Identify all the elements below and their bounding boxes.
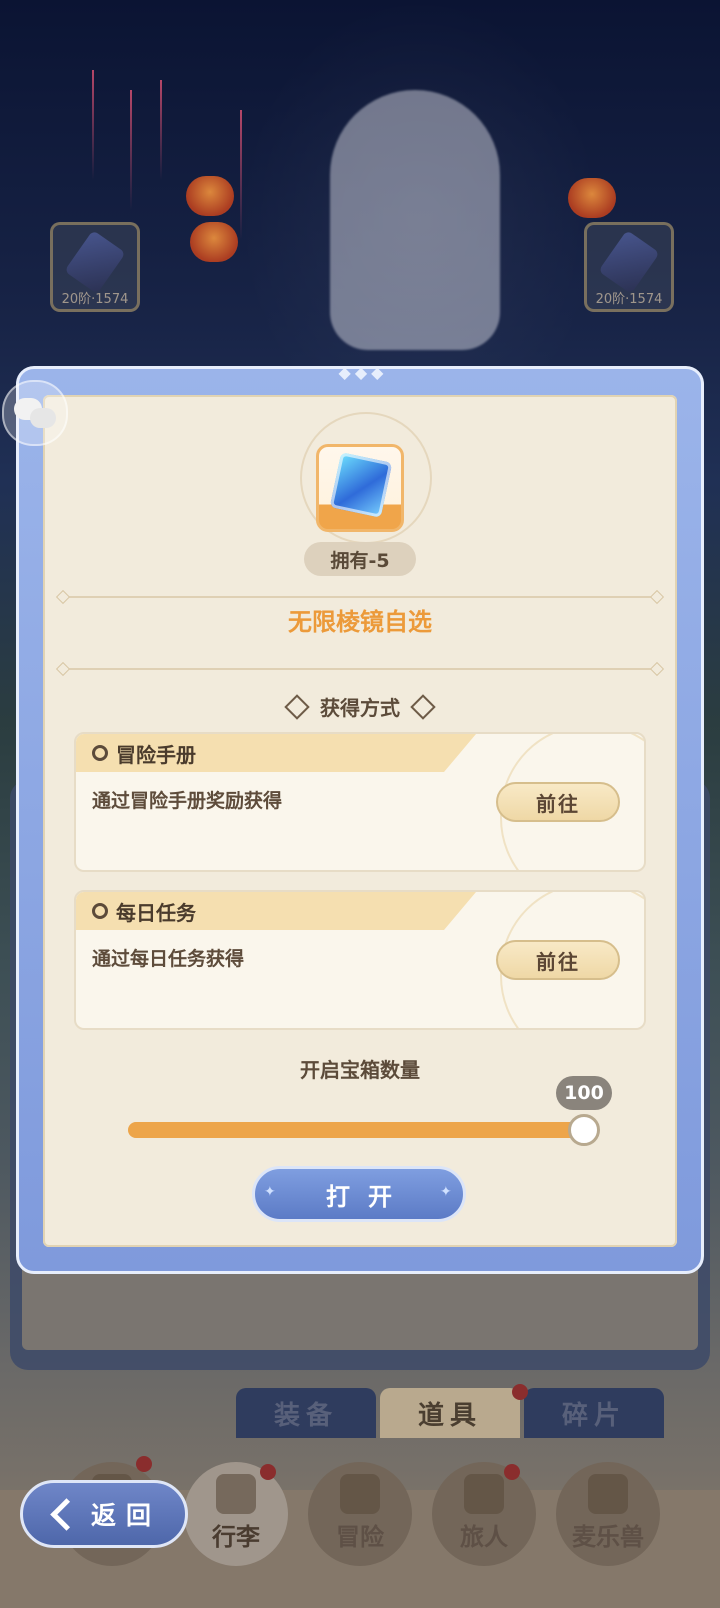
equip-level: 20阶·1574 [595,292,663,307]
notification-badge [260,1464,276,1480]
back-button-label: 返回 [90,1501,161,1530]
goto-button[interactable]: 前往 [496,782,620,822]
item-name: 无限棱镜自选 [288,608,432,636]
nav-label: 冒险 [336,1523,384,1551]
notification-badge [504,1464,520,1480]
crossed-swords-icon [340,1474,380,1514]
source-card-adventure-manual: 冒险手册 通过冒险手册奖励获得 前往 [74,732,646,872]
luggage-icon [216,1474,256,1514]
lantern-decoration [190,222,238,262]
owned-count: 拥有-5 [304,542,416,576]
nav-label: 旅人 [460,1523,508,1551]
firework-streak [160,80,162,180]
notification-badge [512,1384,528,1400]
tab-equipment[interactable]: 装备 [236,1388,376,1438]
source-card-header: 每日任务 [76,892,476,930]
quantity-slider-thumb[interactable] [568,1114,600,1146]
back-arrow-icon [47,1497,81,1531]
dialog-top-ornament: ◆◆◆ [338,363,388,382]
moon-icon [92,903,108,919]
diamond-icon [410,693,436,720]
nav-label: 行李 [212,1523,260,1551]
pet-icon [588,1474,628,1514]
tab-fragments[interactable]: 碎片 [524,1388,664,1438]
nav-item-adventure[interactable]: 冒险 [308,1462,412,1566]
traveler-icon [464,1474,504,1514]
notification-badge [136,1456,152,1472]
quantity-slider-fill [128,1122,588,1138]
chat-button[interactable] [2,380,68,446]
goto-button[interactable]: 前往 [496,940,620,980]
helmet-icon [598,230,660,294]
prism-cube-icon [329,452,393,518]
source-card-header: 冒险手册 [76,734,476,772]
open-button[interactable]: 打开 [252,1166,466,1222]
open-button-label: 打开 [326,1182,410,1211]
divider [62,668,658,670]
source-title: 每日任务 [116,900,196,925]
moon-icon [92,745,108,761]
nav-item-pet[interactable]: 麦乐兽 [556,1462,660,1566]
lantern-decoration [568,178,616,218]
nav-label: 麦乐兽 [572,1523,644,1551]
divider [62,596,658,598]
chat-bubble-secondary [30,408,56,428]
equip-slot-helmet: 20阶·1574 [584,222,674,312]
bag-tabs: 装备 道具 碎片 [236,1388,664,1438]
lantern-decoration [186,176,234,216]
firework-streak [240,110,242,240]
sword-icon [64,230,126,294]
obtain-methods-heading: 获得方式 [0,692,720,721]
source-card-daily-tasks: 每日任务 通过每日任务获得 前往 [74,890,646,1030]
quantity-value: 100 [556,1076,612,1110]
firework-streak [92,70,94,180]
section-heading-text: 获得方式 [320,696,400,720]
back-button[interactable]: 返回 [20,1480,188,1548]
quantity-label: 开启宝箱数量 [300,1058,420,1082]
source-description: 通过每日任务获得 [92,948,245,970]
item-icon [316,444,404,532]
equip-level: 20阶·1574 [61,292,129,307]
character-silhouette [330,90,500,350]
source-title: 冒险手册 [116,742,196,767]
sparkle-icon: ✦ [440,1184,452,1200]
equip-slot-weapon: 20阶·1574 [50,222,140,312]
source-description: 通过冒险手册奖励获得 [92,790,283,812]
quantity-slider-track[interactable] [128,1122,588,1138]
nav-item-traveler[interactable]: 旅人 [432,1462,536,1566]
firework-streak [130,90,132,210]
tab-items[interactable]: 道具 [380,1388,520,1438]
sparkle-icon: ✦ [264,1184,276,1200]
diamond-icon [284,693,310,720]
